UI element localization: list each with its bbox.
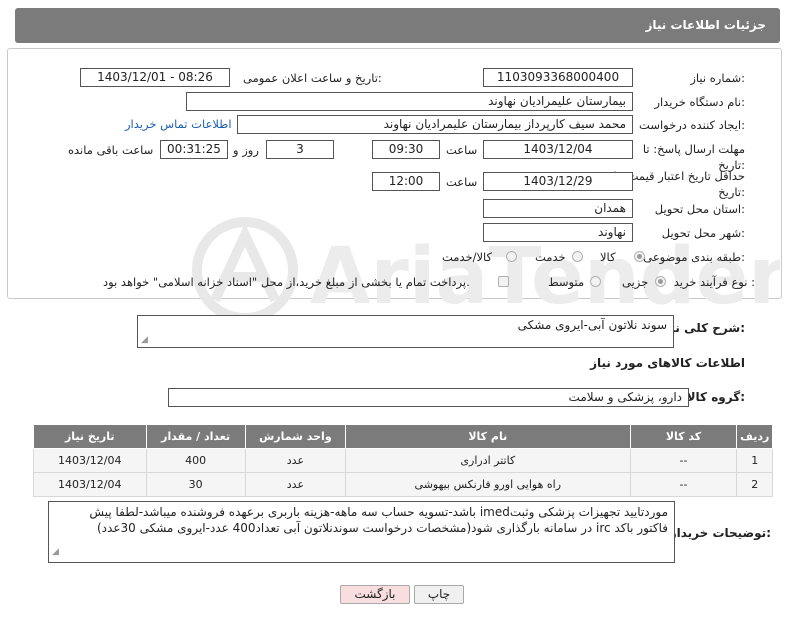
announce-label: تاریخ و ساعت اعلان عمومی: bbox=[243, 71, 382, 85]
print-button[interactable]: چاپ bbox=[414, 585, 464, 604]
category-radio-service[interactable] bbox=[572, 251, 583, 262]
resize-grip-icon[interactable]: ◢ bbox=[141, 335, 148, 345]
cell-code: -- bbox=[629, 472, 738, 497]
col-row: ردیف bbox=[736, 424, 773, 449]
deadline-time-label: ساعت bbox=[446, 143, 478, 157]
col-name: نام کالا bbox=[345, 424, 631, 449]
goods-group-label: گروه کالا: bbox=[686, 390, 745, 404]
process-radio-medium[interactable] bbox=[590, 276, 601, 287]
resize-grip-icon[interactable]: ◢ bbox=[52, 544, 59, 560]
requester-field: محمد سیف کارپرداز بیمارستان علیمرادیان ن… bbox=[237, 115, 633, 134]
buyer-notes-label: توضیحات خریدار: bbox=[669, 526, 771, 540]
cell-date: 1403/12/04 bbox=[33, 448, 147, 473]
col-qty: تعداد / مقدار bbox=[145, 424, 246, 449]
category-radio-goods-service[interactable] bbox=[506, 251, 517, 262]
treasury-payment-checkbox[interactable] bbox=[498, 276, 509, 287]
remaining-time-field: 00:31:25 bbox=[160, 140, 228, 159]
category-option-goods: کالا bbox=[600, 250, 616, 264]
contact-info-link[interactable]: اطلاعات تماس خریدار bbox=[125, 117, 232, 131]
buyer-notes-text: موردتایید تجهیزات پزشکی وثبتimed باشد-تس… bbox=[89, 505, 668, 535]
goods-group-field: دارو، پزشکی و سلامت bbox=[168, 388, 689, 407]
col-date: تاریخ نیاز bbox=[33, 424, 147, 449]
description-field: سوند نلاتون آبی-ایروی مشکی ◢ bbox=[137, 315, 674, 348]
page-title: جزئیات اطلاعات نیاز bbox=[645, 18, 766, 32]
cell-unit: عدد bbox=[244, 472, 347, 497]
city-field: نهاوند bbox=[483, 223, 633, 242]
cell-qty: 400 bbox=[145, 448, 246, 473]
process-option-partial: جزیی bbox=[622, 275, 649, 289]
col-unit: واحد شمارش bbox=[244, 424, 347, 449]
table-row: 2 -- راه هوایی اورو فارنکس بیهوشی عدد 30… bbox=[33, 472, 773, 497]
requester-label: ایجاد کننده درخواست: bbox=[639, 118, 745, 132]
cell-name: راه هوایی اورو فارنکس بیهوشی bbox=[345, 472, 631, 497]
process-label: نوع فرآیند خرید : bbox=[673, 275, 755, 289]
days-count-field: 3 bbox=[266, 140, 334, 159]
category-option-service: خدمت bbox=[535, 250, 566, 264]
need-number-label: شماره نیاز: bbox=[690, 71, 745, 85]
category-radio-goods[interactable] bbox=[634, 251, 645, 262]
page-header: جزئیات اطلاعات نیاز bbox=[15, 8, 780, 43]
back-button[interactable]: بازگشت bbox=[340, 585, 410, 604]
deadline-time-field: 09:30 bbox=[372, 140, 440, 159]
province-label: استان محل تحویل: bbox=[654, 202, 745, 216]
days-label: روز و bbox=[233, 143, 259, 157]
province-field: همدان bbox=[483, 199, 633, 218]
cell-row: 1 bbox=[736, 448, 773, 473]
goods-section-title: اطلاعات کالاهای مورد نیاز bbox=[590, 356, 745, 370]
cell-date: 1403/12/04 bbox=[33, 472, 147, 497]
buyer-notes-field: موردتایید تجهیزات پزشکی وثبتimed باشد-تس… bbox=[48, 501, 675, 563]
col-code: کد کالا bbox=[629, 424, 738, 449]
process-option-medium: متوسط bbox=[548, 275, 585, 289]
description-text: سوند نلاتون آبی-ایروی مشکی bbox=[517, 318, 667, 332]
cell-name: کاتتر ادراری bbox=[345, 448, 631, 473]
deadline-date-field: 1403/12/04 bbox=[483, 140, 633, 159]
cell-unit: عدد bbox=[244, 448, 347, 473]
treasury-payment-note: پرداخت تمام یا بخشی از مبلغ خرید،از محل … bbox=[103, 275, 470, 289]
category-label: طبقه بندی موضوعی: bbox=[643, 250, 745, 264]
table-row: 1 -- کاتتر ادراری عدد 400 1403/12/04 bbox=[33, 448, 773, 473]
cell-qty: 30 bbox=[145, 472, 246, 497]
need-number-field: 1103093368000400 bbox=[483, 68, 633, 87]
goods-table: ردیف کد کالا نام کالا واحد شمارش تعداد /… bbox=[33, 424, 773, 497]
process-radio-partial[interactable] bbox=[655, 276, 666, 287]
category-option-goods-service: کالا/خدمت bbox=[442, 250, 493, 264]
remaining-label: ساعت باقی مانده bbox=[68, 143, 154, 157]
validity-date-field: 1403/12/29 bbox=[483, 172, 633, 191]
cell-row: 2 bbox=[736, 472, 773, 497]
cell-code: -- bbox=[629, 448, 738, 473]
buyer-org-label: نام دستگاه خریدار: bbox=[654, 95, 745, 109]
validity-time-label: ساعت bbox=[446, 175, 478, 189]
buyer-org-field: بیمارستان علیمرادیان نهاوند bbox=[186, 92, 633, 111]
goods-table-header: ردیف کد کالا نام کالا واحد شمارش تعداد /… bbox=[33, 424, 773, 449]
announce-field: 1403/12/01 - 08:26 bbox=[80, 68, 230, 87]
validity-time-field: 12:00 bbox=[372, 172, 440, 191]
city-label: شهر محل تحویل: bbox=[661, 226, 745, 240]
